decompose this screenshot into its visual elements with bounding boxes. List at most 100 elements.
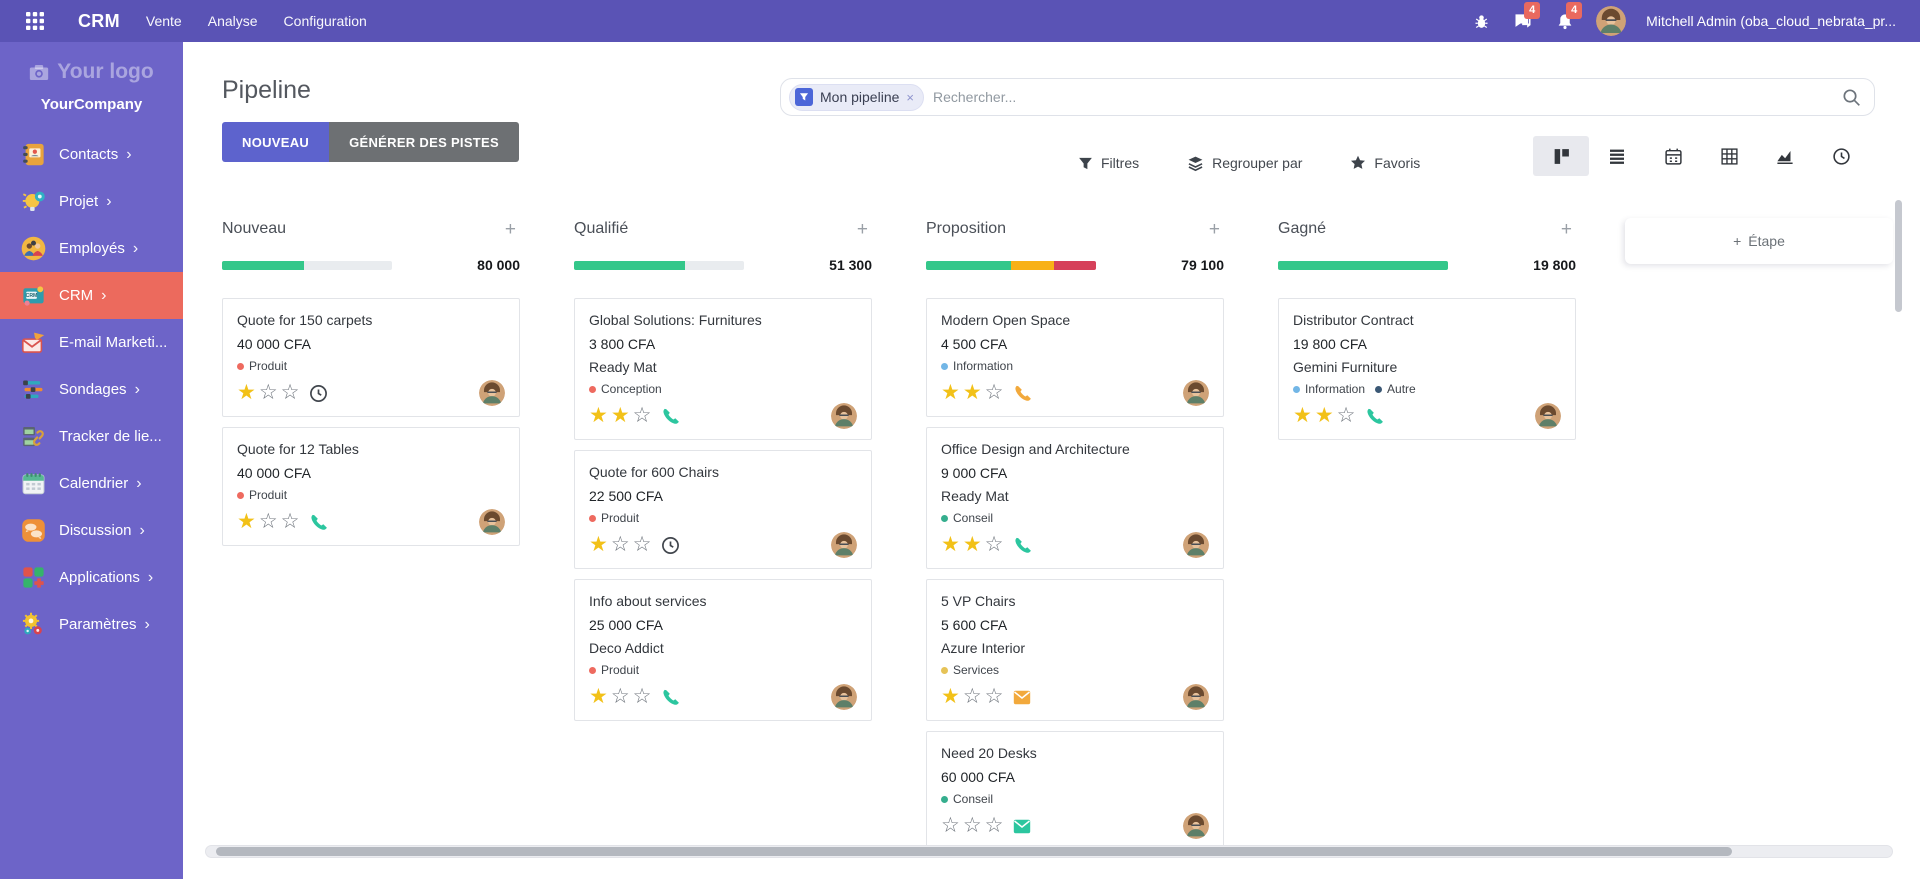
search-input[interactable] [932, 89, 1834, 105]
view-switch-list[interactable] [1589, 136, 1645, 176]
activity-phone-icon[interactable] [661, 688, 680, 706]
kanban-card[interactable]: Quote for 12 Tables 40 000 CFA Produit ★ ☆ ☆ [222, 427, 520, 546]
kanban-card[interactable]: Global Solutions: Furnitures 3 800 CFA Rea… [574, 298, 872, 440]
horizontal-scrollbar[interactable] [205, 845, 1893, 858]
sidebar-item-tracker-de-lie[interactable]: Tracker de lie... [0, 413, 183, 460]
star-empty-icon[interactable]: ☆ [611, 686, 630, 708]
activity-phone-icon[interactable] [1013, 384, 1032, 402]
priority-stars[interactable]: ☆ ☆ ☆ [941, 815, 1003, 837]
star-empty-icon[interactable]: ☆ [941, 815, 960, 837]
star-filled-icon[interactable]: ★ [611, 405, 630, 427]
salesperson-avatar[interactable] [1183, 813, 1209, 839]
priority-stars[interactable]: ★ ★ ☆ [941, 534, 1003, 556]
star-empty-icon[interactable]: ☆ [963, 815, 982, 837]
view-switch-activity[interactable] [1813, 136, 1869, 176]
priority-stars[interactable]: ★ ☆ ☆ [237, 382, 299, 404]
app-name[interactable]: CRM [78, 11, 120, 32]
star-empty-icon[interactable]: ☆ [633, 686, 652, 708]
salesperson-avatar[interactable] [831, 403, 857, 429]
star-empty-icon[interactable]: ☆ [611, 534, 630, 556]
star-empty-icon[interactable]: ☆ [985, 534, 1004, 556]
column-progressbar[interactable] [926, 260, 1096, 270]
progress-segment-red[interactable] [1053, 260, 1096, 270]
salesperson-avatar[interactable] [1183, 684, 1209, 710]
column-progressbar[interactable] [574, 260, 744, 270]
star-filled-icon[interactable]: ★ [941, 382, 960, 404]
star-empty-icon[interactable]: ☆ [281, 511, 300, 533]
activity-phone-icon[interactable] [309, 513, 328, 531]
star-filled-icon[interactable]: ★ [941, 686, 960, 708]
sidebar-item-projet[interactable]: Projet › [0, 178, 183, 225]
activity-phone-icon[interactable] [1365, 407, 1384, 425]
view-switch-calendar[interactable] [1645, 136, 1701, 176]
priority-stars[interactable]: ★ ☆ ☆ [941, 686, 1003, 708]
star-empty-icon[interactable]: ☆ [963, 686, 982, 708]
sidebar-item-calendrier[interactable]: Calendrier › [0, 460, 183, 507]
facet-remove-icon[interactable]: × [906, 90, 914, 105]
star-filled-icon[interactable]: ★ [589, 405, 608, 427]
star-filled-icon[interactable]: ★ [1315, 405, 1334, 427]
column-progressbar[interactable] [1278, 260, 1448, 270]
star-empty-icon[interactable]: ☆ [259, 382, 278, 404]
priority-stars[interactable]: ★ ☆ ☆ [589, 686, 651, 708]
star-empty-icon[interactable]: ☆ [281, 382, 300, 404]
messages-icon[interactable]: 4 [1512, 2, 1541, 32]
priority-stars[interactable]: ★ ☆ ☆ [237, 511, 299, 533]
add-record-icon[interactable]: + [1205, 220, 1224, 239]
sidebar-item-crm[interactable]: CRM CRM › [0, 272, 183, 319]
salesperson-avatar[interactable] [1183, 380, 1209, 406]
progress-segment-green[interactable] [222, 260, 304, 270]
sidebar-item-param-tres[interactable]: Paramètres › [0, 601, 183, 648]
progress-segment-green[interactable] [926, 260, 1011, 270]
add-record-icon[interactable]: + [1557, 220, 1576, 239]
salesperson-avatar[interactable] [1183, 532, 1209, 558]
top-menu-vente[interactable]: Vente [146, 13, 182, 29]
add-record-icon[interactable]: + [501, 220, 520, 239]
search-icon[interactable] [1842, 88, 1861, 112]
star-filled-icon[interactable]: ★ [589, 534, 608, 556]
priority-stars[interactable]: ★ ☆ ☆ [589, 534, 651, 556]
search-bar[interactable]: Mon pipeline × [780, 78, 1875, 116]
horizontal-scrollbar-thumb[interactable] [216, 847, 1732, 856]
user-menu[interactable]: Mitchell Admin (oba_cloud_nebrata_pr... [1646, 13, 1896, 29]
progress-segment-green[interactable] [574, 260, 685, 270]
salesperson-avatar[interactable] [1535, 403, 1561, 429]
priority-stars[interactable]: ★ ★ ☆ [1293, 405, 1355, 427]
view-switch-pivot[interactable] [1701, 136, 1757, 176]
kanban-card[interactable]: Info about services 25 000 CFA Deco Addict… [574, 579, 872, 721]
add-record-icon[interactable]: + [853, 220, 872, 239]
regrouper-par-button[interactable]: Regrouper par [1187, 155, 1302, 172]
priority-stars[interactable]: ★ ★ ☆ [589, 405, 651, 427]
top-menu-analyse[interactable]: Analyse [208, 13, 258, 29]
view-switch-graph[interactable] [1757, 136, 1813, 176]
kanban-card[interactable]: Need 20 Desks 60 000 CFA Conseil ☆ ☆ ☆ [926, 731, 1224, 850]
star-empty-icon[interactable]: ☆ [259, 511, 278, 533]
kanban-card[interactable]: Modern Open Space 4 500 CFA Information ★ ★ ☆ [926, 298, 1224, 417]
sidebar-item-applications[interactable]: Applications › [0, 554, 183, 601]
filtres-button[interactable]: Filtres [1078, 155, 1139, 171]
debug-bug-icon[interactable] [1470, 10, 1492, 32]
kanban-card[interactable]: Quote for 600 Chairs 22 500 CFA Produit ★ ☆ ☆ [574, 450, 872, 569]
kanban-card[interactable]: 5 VP Chairs 5 600 CFA Azure Interior Servic… [926, 579, 1224, 721]
sidebar-item-sondages[interactable]: Sondages › [0, 366, 183, 413]
salesperson-avatar[interactable] [479, 380, 505, 406]
star-filled-icon[interactable]: ★ [237, 511, 256, 533]
star-filled-icon[interactable]: ★ [941, 534, 960, 556]
sidebar-item-discussion[interactable]: Discussion › [0, 507, 183, 554]
activity-mail-icon[interactable] [1013, 690, 1031, 705]
activity-mail-icon[interactable] [1013, 819, 1031, 834]
vertical-scrollbar-thumb[interactable] [1895, 200, 1902, 312]
search-facet[interactable]: Mon pipeline × [789, 83, 924, 111]
salesperson-avatar[interactable] [831, 532, 857, 558]
activity-phone-icon[interactable] [1013, 536, 1032, 554]
sidebar-item-e-mail-marketi[interactable]: E-mail Marketi... [0, 319, 183, 366]
activity-clock-icon[interactable] [661, 536, 680, 555]
priority-stars[interactable]: ★ ★ ☆ [941, 382, 1003, 404]
sidebar-item-contacts[interactable]: Contacts › [0, 131, 183, 178]
top-menu-configuration[interactable]: Configuration [284, 13, 367, 29]
view-switch-kanban[interactable] [1533, 136, 1589, 176]
salesperson-avatar[interactable] [479, 509, 505, 535]
star-filled-icon[interactable]: ★ [589, 686, 608, 708]
favoris-button[interactable]: Favoris [1350, 155, 1420, 171]
star-filled-icon[interactable]: ★ [237, 382, 256, 404]
